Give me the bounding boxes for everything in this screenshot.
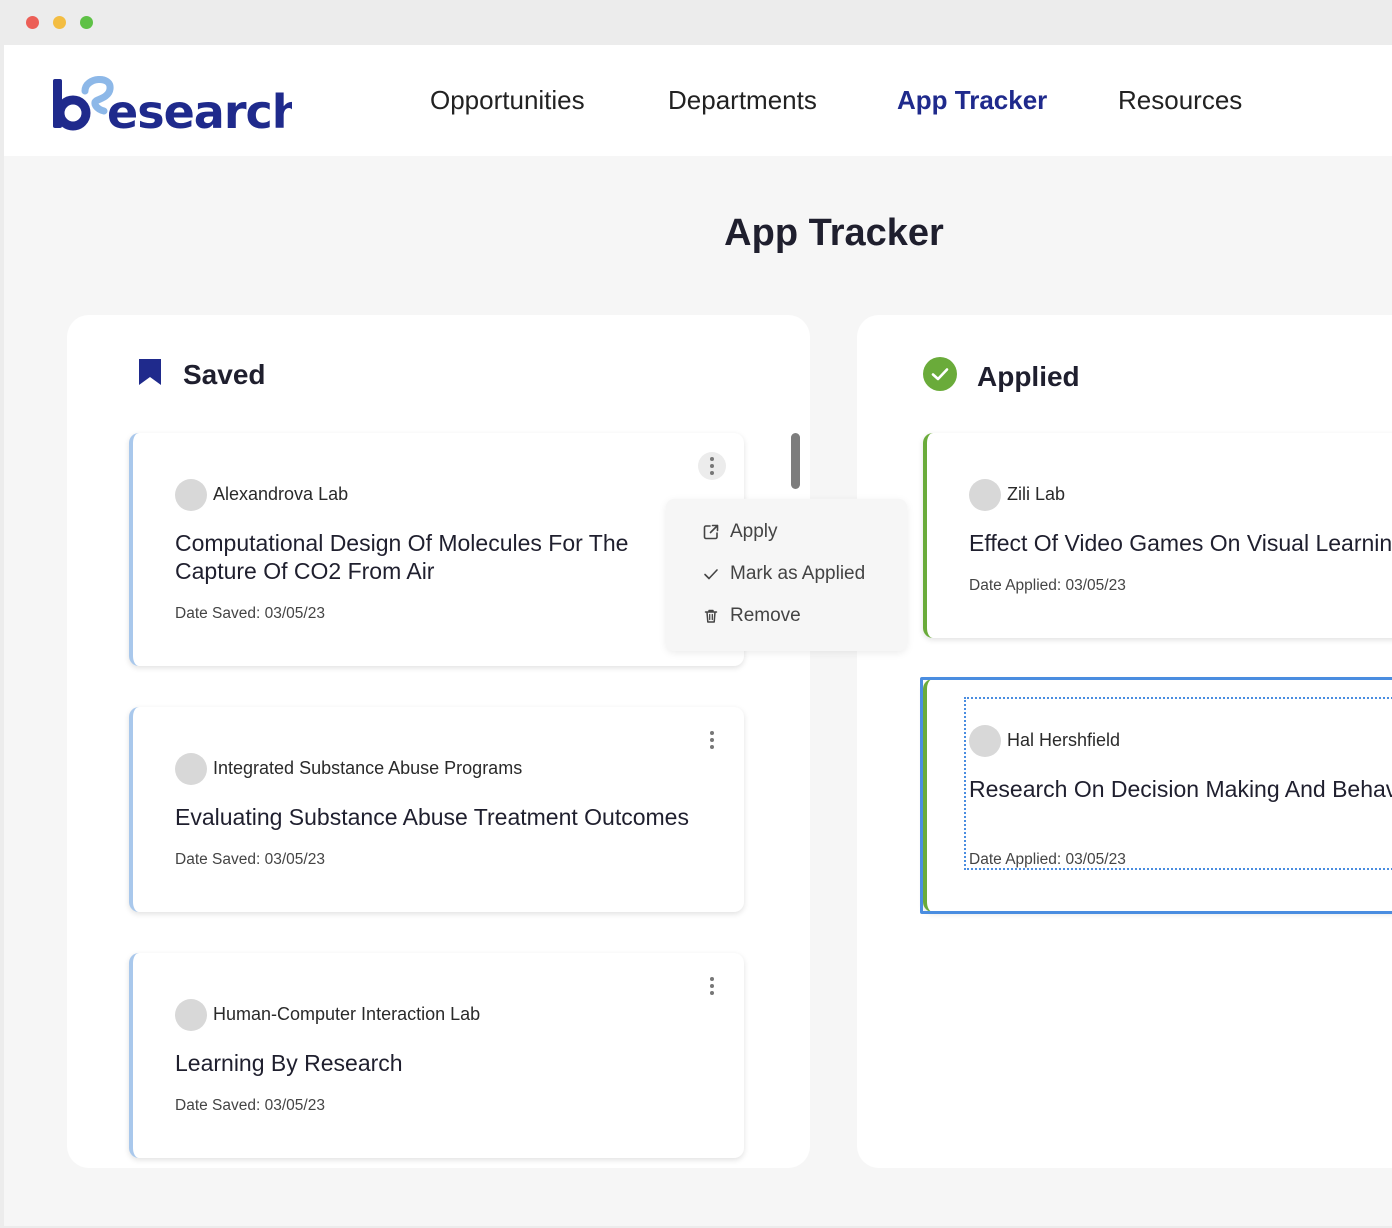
saved-scrollbar[interactable]	[791, 433, 800, 489]
bookmark-icon	[137, 357, 163, 392]
svg-text:esearch: esearch	[107, 85, 292, 133]
menu-item-apply[interactable]: Apply	[702, 521, 778, 543]
card-date: Date Applied: 03/05/23	[969, 577, 1126, 594]
saved-panel: Saved Alexandrova Lab Computational Desi…	[67, 315, 810, 1168]
saved-header: Saved	[137, 357, 266, 392]
nav-app-tracker[interactable]: App Tracker	[897, 85, 1047, 116]
card-options-menu: Apply Mark as Applied Remove	[666, 499, 907, 651]
saved-card-1[interactable]: Alexandrova Lab Computational Design Of …	[129, 433, 744, 666]
minimize-window-button[interactable]	[53, 16, 66, 29]
avatar	[175, 999, 207, 1031]
brand-logo[interactable]: esearch	[52, 69, 292, 133]
nav-opportunities[interactable]: Opportunities	[430, 85, 585, 116]
menu-item-label: Apply	[730, 521, 778, 542]
card-date: Date Saved: 03/05/23	[175, 851, 325, 868]
applied-title: Applied	[977, 360, 1080, 392]
saved-card-2[interactable]: Integrated Substance Abuse Programs Eval…	[129, 707, 744, 912]
close-window-button[interactable]	[26, 16, 39, 29]
card-title: Effect Of Video Games On Visual Learning	[969, 530, 1392, 556]
card-org: Alexandrova Lab	[213, 484, 349, 504]
check-circle-icon	[923, 357, 957, 396]
applied-card-1[interactable]: Zili Lab Effect Of Video Games On Visual…	[923, 433, 1392, 638]
avatar	[175, 479, 207, 511]
card-title: Computational Design Of Molecules For Th…	[175, 530, 629, 584]
menu-item-label: Remove	[730, 605, 801, 626]
trash-icon	[702, 607, 720, 625]
card-org: Integrated Substance Abuse Programs	[213, 758, 523, 778]
browser-window: esearch Opportunities Departments App Tr…	[4, 0, 1392, 1226]
card-date: Date Saved: 03/05/23	[175, 1097, 325, 1114]
menu-item-label: Mark as Applied	[730, 563, 866, 584]
saved-title: Saved	[183, 358, 266, 390]
saved-card-3[interactable]: Human-Computer Interaction Lab Learning …	[129, 953, 744, 1158]
menu-item-remove[interactable]: Remove	[702, 605, 801, 627]
applied-header: Applied	[923, 357, 1080, 396]
avatar	[969, 479, 1001, 511]
check-icon	[702, 565, 720, 583]
card-title: Evaluating Substance Abuse Treatment Out…	[175, 804, 689, 830]
card-org: Zili Lab	[1007, 484, 1066, 504]
card-options-button[interactable]	[698, 726, 726, 754]
top-navbar: esearch Opportunities Departments App Tr…	[4, 45, 1392, 156]
maximize-window-button[interactable]	[80, 16, 93, 29]
card-options-button[interactable]	[698, 972, 726, 1000]
page-title: App Tracker	[724, 212, 944, 254]
avatar	[175, 753, 207, 785]
window-titlebar	[4, 0, 1392, 45]
card-date: Date Saved: 03/05/23	[175, 605, 325, 622]
card-org: Human-Computer Interaction Lab	[213, 1004, 481, 1024]
nav-departments[interactable]: Departments	[668, 85, 817, 116]
nav-resources[interactable]: Resources	[1118, 85, 1242, 116]
menu-item-mark-applied[interactable]: Mark as Applied	[702, 563, 865, 585]
card-title: Learning By Research	[175, 1050, 403, 1076]
external-link-icon	[702, 523, 720, 541]
card-options-button[interactable]	[698, 452, 726, 480]
drop-target-highlight	[920, 677, 1392, 914]
